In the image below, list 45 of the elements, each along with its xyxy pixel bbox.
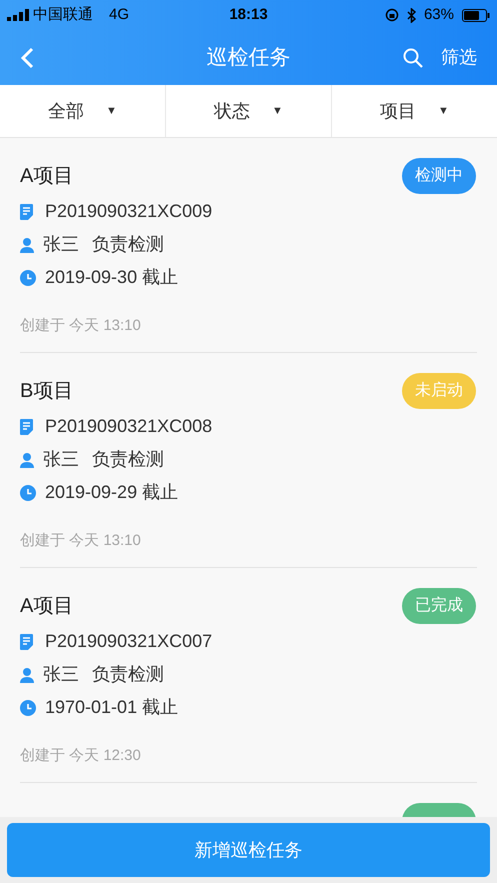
document-icon xyxy=(20,634,33,650)
network-type: 4G xyxy=(109,4,130,25)
page-title: 巡检任务 xyxy=(206,44,290,71)
status-badge: 已完成 xyxy=(402,588,476,624)
project-title: A项目 xyxy=(20,594,74,619)
battery-percent: 63% xyxy=(424,4,454,25)
person-name: 张三 xyxy=(43,448,79,471)
filter-dropdown[interactable]: 全部 ▼ xyxy=(0,85,166,137)
task-code: P2019090321XC007 xyxy=(45,630,212,653)
person-role: 负责检测 xyxy=(92,233,164,256)
bluetooth-icon xyxy=(406,8,416,22)
document-icon xyxy=(20,418,33,434)
clock-icon xyxy=(20,270,36,286)
status-badge: 未启动 xyxy=(402,373,476,409)
person-icon xyxy=(20,236,34,252)
clock-time: 18:13 xyxy=(229,4,268,25)
created-time: 创建于 今天 13:10 xyxy=(20,316,141,336)
task-code: P2019090321XC009 xyxy=(45,200,212,223)
back-icon[interactable] xyxy=(20,46,34,68)
filter-link[interactable]: 筛选 xyxy=(441,44,477,71)
person-icon xyxy=(20,666,34,682)
document-icon xyxy=(20,204,33,220)
filter-dropdown[interactable]: 状态 ▼ xyxy=(166,85,332,137)
project-title: B项目 xyxy=(20,379,74,404)
clock-icon xyxy=(20,484,36,500)
person-role: 负责检测 xyxy=(92,663,164,686)
person-name: 张三 xyxy=(43,233,79,256)
task-code: P2019090321XC008 xyxy=(45,415,212,438)
created-time: 创建于 今天 12:30 xyxy=(20,746,141,766)
battery-icon xyxy=(462,8,490,22)
carrier-name: 中国联通 xyxy=(33,4,93,25)
rotation-lock-icon xyxy=(384,8,399,22)
person-icon xyxy=(20,452,34,468)
deadline-text: 2019-09-30 截止 xyxy=(45,266,178,289)
created-time: 创建于 今天 13:10 xyxy=(20,530,141,551)
deadline-text: 2019-09-29 截止 xyxy=(45,481,178,504)
search-icon[interactable] xyxy=(403,48,423,68)
clock-icon xyxy=(20,700,36,716)
person-role: 负责检测 xyxy=(92,448,164,471)
deadline-text: 1970-01-01 截止 xyxy=(45,696,178,719)
status-badge: 检测中 xyxy=(402,158,476,194)
filter-dropdown[interactable]: 项目 ▼ xyxy=(332,85,497,137)
person-name: 张三 xyxy=(43,663,79,686)
signal-icon xyxy=(7,9,29,21)
project-title: A项目 xyxy=(20,164,74,189)
